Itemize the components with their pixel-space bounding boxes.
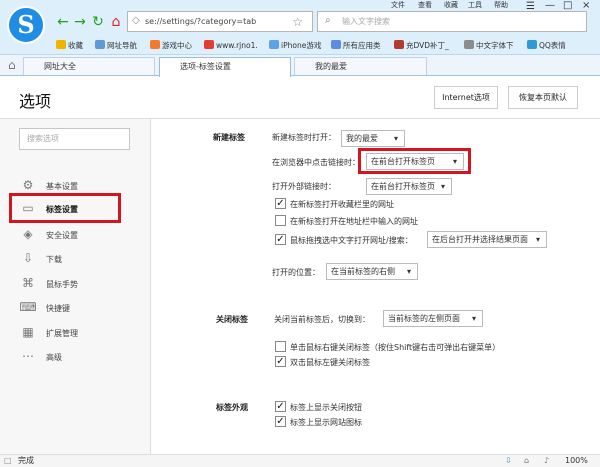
after-close-label: 关闭当前标签后，切换到：: [274, 315, 370, 324]
shield-icon: ◇: [132, 15, 140, 26]
zoom-level[interactable]: 100%: [565, 455, 588, 467]
show-close-button-option: 标签上显示关闭按钮: [290, 403, 362, 412]
lock-icon[interactable]: ⌂: [524, 455, 529, 467]
browser-link-label: 在浏览器中点击链接时：: [272, 158, 360, 167]
double-click-close-option: 双击鼠标左键关闭标签: [290, 358, 370, 367]
checked-checkbox[interactable]: ✓: [275, 401, 286, 412]
sidebar-item-download[interactable]: ⇩ 下载: [17, 249, 147, 267]
open-when-new-select[interactable]: 我的最爱: [341, 130, 405, 147]
maximize-icon[interactable]: □: [563, 0, 572, 11]
extension-icon: ▦: [22, 325, 34, 339]
home-tab-icon[interactable]: ⌂: [8, 58, 16, 72]
show-site-icon-option: 标签上显示网站图标: [290, 418, 362, 427]
address-new-tab-option: 在新标签打开在地址栏中输入的网址: [290, 217, 418, 226]
status-text: 完成: [18, 456, 34, 465]
internet-options-button[interactable]: Internet选项: [434, 86, 498, 109]
unchecked-checkbox[interactable]: [275, 215, 286, 226]
checked-checkbox[interactable]: ✓: [275, 198, 286, 209]
sidebar-item-basic[interactable]: ⚙ 基本设置: [17, 176, 147, 194]
page-title: 选项: [19, 92, 52, 111]
keyboard-icon: ⌨: [19, 300, 37, 314]
browser-link-select[interactable]: 在前台打开标签页: [366, 153, 464, 170]
bookmark-item[interactable]: 收藏: [56, 39, 83, 52]
restore-default-button[interactable]: 恢复本页默认: [508, 86, 578, 109]
open-when-new-label: 新建标签时打开：: [272, 133, 336, 142]
new-tab-section-title: 新建标签: [213, 133, 245, 142]
menu-file[interactable]: 文件: [391, 0, 405, 10]
download-icon: ⇩: [22, 251, 34, 265]
bookmark-item[interactable]: 所有应用类: [331, 39, 381, 52]
checked-checkbox[interactable]: ✓: [275, 356, 286, 367]
sidebar-item-mouse-gestures[interactable]: ⌘ 鼠标手势: [17, 274, 147, 292]
address-text: se://settings/?category=tab: [145, 17, 257, 26]
sidebar-item-shortcuts[interactable]: ⌨ 快捷键: [17, 298, 147, 316]
after-close-select[interactable]: 当前标签的左侧页面: [383, 310, 483, 327]
back-arrow-icon[interactable]: ←: [56, 15, 70, 29]
checked-checkbox[interactable]: ✓: [275, 416, 286, 427]
bookmark-item[interactable]: iPhone游戏: [269, 39, 321, 52]
sidebar-item-security[interactable]: ◈ 安全设置: [17, 225, 147, 243]
download-status-icon[interactable]: ⇩: [505, 455, 512, 467]
sound-icon[interactable]: ♪: [544, 455, 549, 467]
close-tab-section-title: 关闭标签: [216, 315, 248, 324]
bookmark-item[interactable]: 充DVD补丁_: [394, 39, 449, 52]
search-icon: ⌕: [325, 15, 331, 26]
sidebar-item-tabs[interactable]: ▭ 标签设置: [17, 199, 147, 217]
tab-icon: ▭: [22, 201, 34, 215]
drag-search-select[interactable]: 在后台打开并选择结果页面: [427, 231, 547, 248]
menu-tools[interactable]: 工具: [468, 0, 482, 10]
open-position-select[interactable]: 在当前标签的右侧: [326, 263, 418, 280]
sidebar-item-extensions[interactable]: ▦ 扩展管理: [17, 323, 147, 341]
forward-arrow-icon[interactable]: →: [73, 15, 87, 29]
bookmark-item[interactable]: QQ表情: [527, 39, 566, 52]
address-bar[interactable]: ◇ se://settings/?category=tab ☆: [127, 11, 313, 32]
search-input[interactable]: ⌕ 输入文字搜索: [317, 11, 587, 32]
tab-address-book[interactable]: 网址大全: [23, 57, 155, 75]
star-icon[interactable]: ☆: [292, 13, 303, 32]
bookmark-item[interactable]: 游戏中心: [150, 39, 192, 52]
status-bar: □ 完成 ⇩ ⌂ ♪ 100%: [0, 454, 600, 467]
menu-favorites[interactable]: 收藏: [444, 0, 458, 10]
drag-search-option: 鼠标拖拽选中文字打开网址/搜索：: [290, 236, 413, 245]
gear-icon: ⚙: [22, 178, 34, 192]
unchecked-checkbox[interactable]: [275, 341, 286, 352]
refresh-icon[interactable]: ↻: [91, 15, 105, 29]
right-click-close-option: 单击鼠标右键关闭标签（按住Shift键右击可弹出右键菜单）: [290, 343, 501, 352]
tab-favorites[interactable]: 我的最爱: [294, 57, 427, 75]
external-link-select[interactable]: 在前台打开标签页: [366, 178, 452, 195]
appearance-section-title: 标签外观: [216, 403, 248, 412]
minimize-icon[interactable]: —: [545, 0, 555, 11]
checked-checkbox[interactable]: ✓: [275, 234, 286, 245]
search-placeholder: 输入文字搜索: [342, 17, 390, 26]
favorites-new-tab-option: 在新标签打开收藏栏里的网址: [290, 200, 394, 209]
settings-search-input[interactable]: 搜索选项: [19, 128, 130, 150]
advanced-icon: ⋯: [22, 349, 34, 363]
menu-icon[interactable]: ☰: [526, 1, 535, 12]
tab-options[interactable]: 选项-标签设置: [159, 57, 291, 77]
menu-view[interactable]: 查看: [418, 0, 432, 10]
sidebar-item-advanced[interactable]: ⋯ 高级: [17, 347, 147, 365]
home-icon[interactable]: ⌂: [109, 15, 123, 29]
close-icon[interactable]: ×: [582, 0, 590, 11]
bookmark-item[interactable]: 网址导航: [95, 39, 137, 52]
browser-logo: S: [7, 6, 45, 44]
menu-help[interactable]: 帮助: [494, 0, 508, 10]
page-icon: □: [4, 456, 12, 465]
bookmark-item[interactable]: 中文字体下: [464, 39, 514, 52]
open-position-label: 打开的位置：: [272, 268, 320, 277]
gesture-icon: ⌘: [22, 276, 34, 290]
bookmark-item[interactable]: www.rjno1.: [204, 39, 258, 52]
external-link-label: 打开外部链接时：: [272, 182, 336, 191]
shield-icon: ◈: [23, 227, 33, 241]
